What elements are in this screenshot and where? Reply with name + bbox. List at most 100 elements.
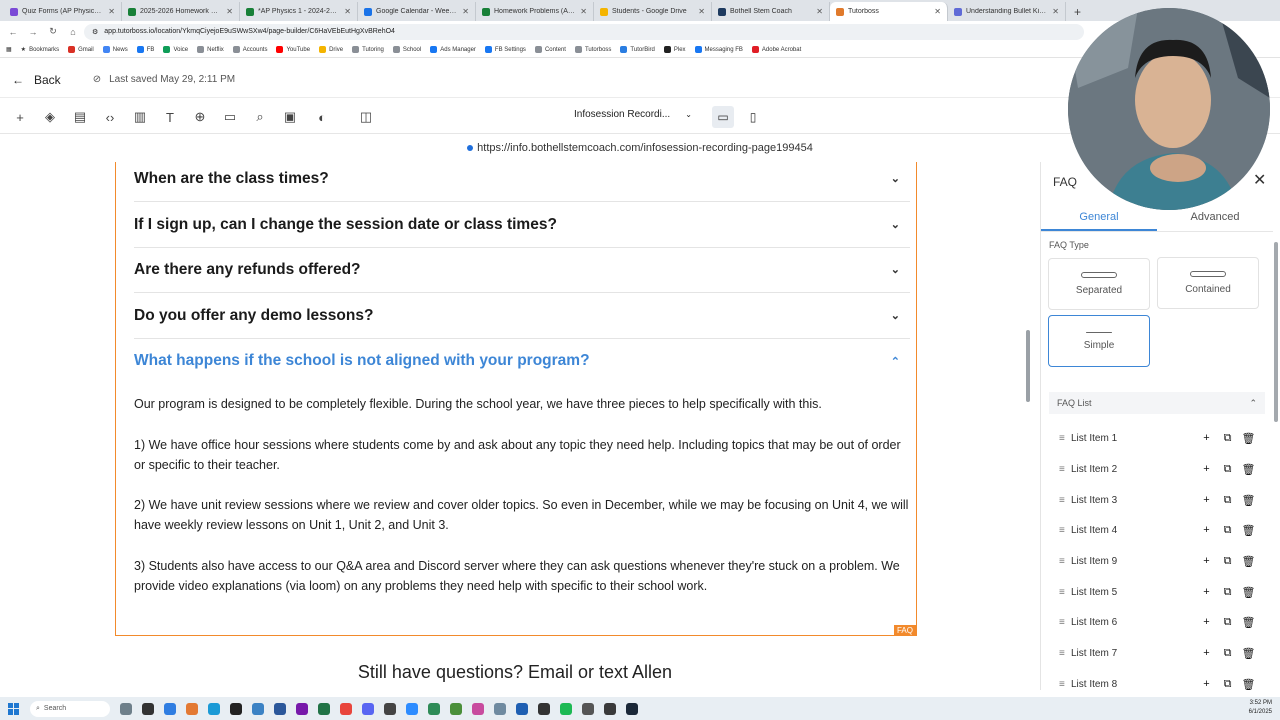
- plus-icon[interactable]: +: [1196, 678, 1217, 690]
- trash-icon[interactable]: 🗑: [1238, 616, 1259, 629]
- faq-type-separated[interactable]: Separated: [1048, 258, 1150, 310]
- close-icon[interactable]: ✕: [580, 7, 587, 16]
- taskbar-app-icon[interactable]: [604, 702, 616, 715]
- bookmark[interactable]: Messaging FB: [694, 46, 743, 53]
- palette-icon[interactable]: ◐: [312, 107, 332, 127]
- spotify-icon[interactable]: [560, 702, 572, 715]
- bookmark[interactable]: FB: [136, 46, 154, 53]
- bookmark[interactable]: Drive: [319, 46, 343, 53]
- duplicate-icon[interactable]: ⧉: [1217, 494, 1238, 507]
- chrome-icon[interactable]: [340, 702, 352, 715]
- bookmark[interactable]: ★ Bookmarks: [21, 46, 59, 54]
- drag-handle-icon[interactable]: ≡: [1059, 433, 1071, 444]
- windows-start-icon[interactable]: [8, 702, 20, 715]
- trash-icon[interactable]: 🗑: [1238, 494, 1259, 507]
- faq-list-item[interactable]: ≡ List Item 4 + ⧉ 🗑: [1059, 520, 1259, 540]
- faq-question[interactable]: When are the class times? ⌄: [134, 162, 910, 202]
- faq-list-item[interactable]: ≡ List Item 8 + ⧉ 🗑: [1059, 674, 1259, 694]
- bookmark[interactable]: Plex: [663, 46, 686, 53]
- canvas-scrollbar[interactable]: [1026, 162, 1032, 682]
- browser-tab[interactable]: Homework Problems (AP Calc✕: [476, 2, 594, 21]
- word-icon[interactable]: [274, 702, 286, 715]
- trash-icon[interactable]: 🗑: [1238, 678, 1259, 691]
- faq-list-item[interactable]: ≡ List Item 9 + ⧉ 🗑: [1059, 551, 1259, 571]
- browser-tab[interactable]: *AP Physics 1 - 2024-2025 Tra✕: [240, 2, 358, 21]
- browser-tab-active[interactable]: Tutorboss ✕: [830, 2, 948, 21]
- browser-tab[interactable]: Understanding Bullet Kinetics✕: [948, 2, 1066, 21]
- back-arrow-icon[interactable]: ←: [4, 23, 22, 41]
- bookmark[interactable]: Ads Manager: [430, 46, 476, 53]
- bookmark[interactable]: Tutoring: [352, 46, 384, 53]
- bookmark[interactable]: Netflix: [197, 46, 224, 53]
- bookmark[interactable]: FB Settings: [484, 46, 526, 53]
- seo-icon[interactable]: ⌕: [250, 107, 270, 127]
- steam-icon[interactable]: [626, 702, 638, 715]
- trash-icon[interactable]: 🗑: [1238, 647, 1259, 660]
- duplicate-icon[interactable]: ⧉: [1217, 432, 1238, 445]
- trash-icon[interactable]: 🗑: [1238, 586, 1259, 599]
- bookmark[interactable]: Accounts: [232, 46, 267, 53]
- minecraft-icon[interactable]: [450, 702, 462, 715]
- trash-icon[interactable]: 🗑: [1238, 555, 1259, 568]
- drag-handle-icon[interactable]: ≡: [1059, 587, 1071, 598]
- faq-question[interactable]: If I sign up, can I change the session d…: [134, 202, 910, 248]
- close-icon[interactable]: ✕: [344, 7, 351, 16]
- close-icon[interactable]: ✕: [816, 7, 823, 16]
- excel-icon[interactable]: [318, 702, 330, 715]
- duplicate-icon[interactable]: ⧉: [1217, 616, 1238, 629]
- drag-handle-icon[interactable]: ≡: [1059, 648, 1071, 659]
- browser-tab[interactable]: Bothell Stem Coach ✕: [712, 2, 830, 21]
- desktop-view-icon[interactable]: ▭: [712, 106, 734, 128]
- duplicate-icon[interactable]: ⧉: [1217, 524, 1238, 537]
- plus-icon[interactable]: +: [1196, 494, 1217, 506]
- taskbar-app-icon[interactable]: [120, 702, 132, 715]
- pages-icon[interactable]: ▤: [70, 107, 90, 127]
- trash-icon[interactable]: 🗑: [1238, 463, 1259, 476]
- panel-scrollbar[interactable]: [1274, 242, 1278, 422]
- duplicate-icon[interactable]: ⧉: [1217, 647, 1238, 660]
- taskbar-app-icon[interactable]: [252, 702, 264, 715]
- taskbar-app-icon[interactable]: [472, 702, 484, 715]
- plus-icon[interactable]: +: [1196, 616, 1217, 628]
- duplicate-icon[interactable]: ⧉: [1217, 678, 1238, 691]
- bookmark[interactable]: YouTube: [276, 46, 310, 53]
- trash-icon[interactable]: 🗑: [1238, 524, 1259, 537]
- paint-icon[interactable]: ▥: [130, 107, 150, 127]
- faq-question-open[interactable]: What happens if the school is not aligne…: [134, 338, 910, 384]
- bookmark[interactable]: Voice: [163, 46, 188, 53]
- back-button[interactable]: ← Back: [12, 73, 61, 87]
- plus-icon[interactable]: +: [1196, 586, 1217, 598]
- close-icon[interactable]: ✕: [462, 7, 469, 16]
- terminal-icon[interactable]: ▣: [280, 107, 300, 127]
- onenote-icon[interactable]: [296, 702, 308, 715]
- browser-tab[interactable]: Students - Google Drive ✕: [594, 2, 712, 21]
- taskbar-app-icon[interactable]: [494, 702, 506, 715]
- taskbar-app-icon[interactable]: [582, 702, 594, 715]
- bookmark[interactable]: Tutorboss: [574, 46, 611, 53]
- bookmark[interactable]: School: [392, 46, 421, 53]
- bookmark[interactable]: News: [102, 46, 128, 53]
- faq-type-simple[interactable]: Simple: [1048, 315, 1150, 367]
- taskbar-app-icon[interactable]: [230, 702, 242, 715]
- forward-arrow-icon[interactable]: →: [24, 23, 42, 41]
- media-icon[interactable]: ▭: [220, 107, 240, 127]
- site-info-icon[interactable]: ⚙: [92, 28, 98, 36]
- code-icon[interactable]: ‹›: [100, 107, 120, 127]
- text-icon[interactable]: T: [160, 107, 180, 127]
- tab-general[interactable]: General: [1041, 206, 1157, 231]
- reload-icon[interactable]: ↻: [44, 23, 62, 41]
- bookmark[interactable]: Adobe Acrobat: [751, 46, 801, 53]
- close-icon[interactable]: ✕: [934, 7, 941, 16]
- bookmark[interactable]: Content: [534, 46, 566, 53]
- browser-tab[interactable]: 2025-2026 Homework Submiss✕: [122, 2, 240, 21]
- scrollbar-thumb[interactable]: [1026, 330, 1030, 402]
- faq-list-header[interactable]: FAQ List ⌃: [1049, 392, 1265, 414]
- home-icon[interactable]: ⌂: [64, 23, 82, 41]
- bookmark[interactable]: Gmail: [68, 46, 94, 53]
- add-element-icon[interactable]: +: [10, 107, 30, 127]
- taskbar-app-icon[interactable]: [142, 702, 154, 715]
- taskbar-app-icon[interactable]: [164, 702, 176, 715]
- faq-list-item[interactable]: ≡ List Item 3 + ⧉ 🗑: [1059, 490, 1259, 510]
- url-input[interactable]: ⚙ app.tutorboss.io/location/YkmqCiyejoE9…: [84, 23, 1084, 40]
- close-icon[interactable]: ✕: [1253, 170, 1266, 190]
